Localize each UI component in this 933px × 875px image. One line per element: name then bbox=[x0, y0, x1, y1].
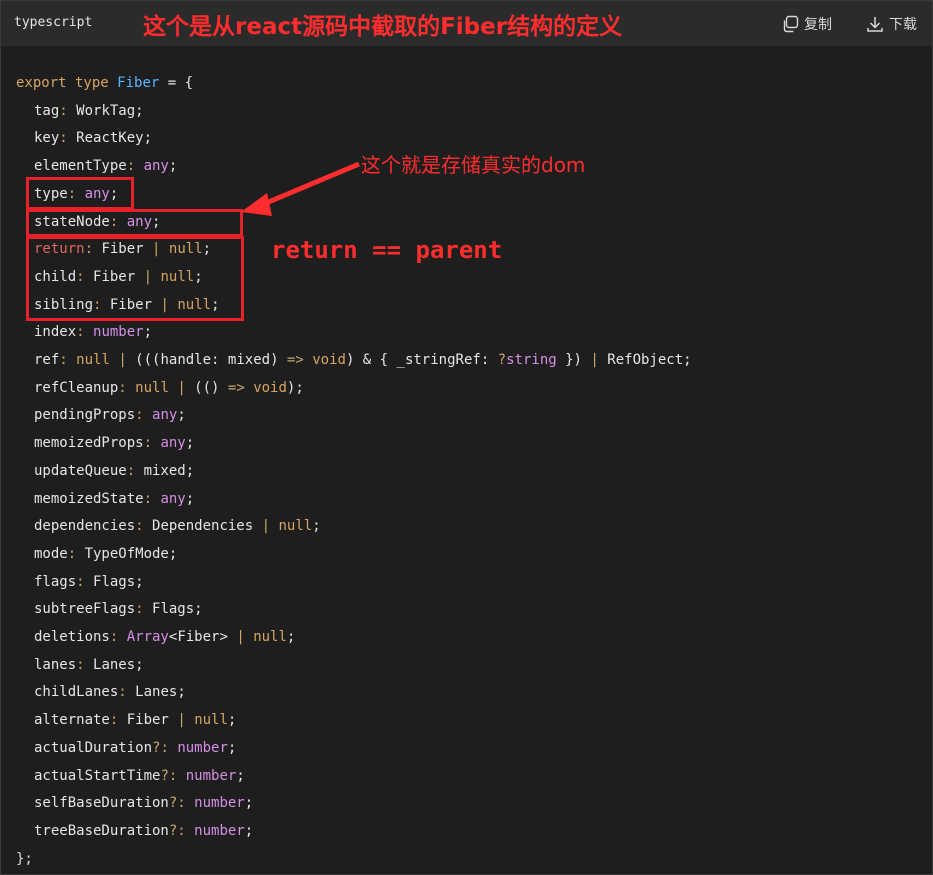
field-name: childLanes bbox=[34, 684, 119, 701]
code-line-field-selfbaseduration: selfBaseDuration?: number; bbox=[34, 795, 254, 812]
code-block-header: typescript 这个是从react源码中截取的Fiber结构的定义 复制 … bbox=[1, 1, 932, 46]
code-line-type-declaration: export type Fiber = { bbox=[16, 75, 194, 91]
field-type: mixed; bbox=[143, 462, 195, 479]
highlight-box-type bbox=[26, 177, 134, 210]
code-line-field-treebaseduration: treeBaseDuration?: number; bbox=[34, 822, 254, 839]
parent-annotation: return == parent bbox=[271, 236, 503, 264]
code-line-field-tag: tag: WorkTag; bbox=[34, 102, 144, 119]
field-type: any; bbox=[160, 435, 195, 452]
code-line-field-refcleanup: refCleanup: null | (() => void); bbox=[34, 379, 304, 396]
field-type: Lanes; bbox=[135, 684, 186, 701]
field-name: actualStartTime bbox=[34, 767, 161, 784]
field-name: lanes bbox=[34, 656, 77, 673]
code-line-field-deletions: deletions: Array<Fiber> | null; bbox=[34, 629, 296, 645]
field-name: key bbox=[34, 130, 60, 147]
field-type: Lanes; bbox=[93, 656, 144, 673]
field-type: null | (() => void); bbox=[135, 379, 304, 396]
field-name: elementType bbox=[34, 158, 127, 175]
field-name: memoizedState bbox=[34, 490, 144, 507]
code-line-field-updatequeue: updateQueue: mixed; bbox=[34, 462, 195, 479]
code-line-field-pendingprops: pendingProps: any; bbox=[34, 407, 186, 424]
field-type: TypeOfMode; bbox=[84, 545, 178, 562]
field-type: any; bbox=[152, 407, 186, 424]
code-line-field-alternate: alternate: Fiber | null; bbox=[34, 712, 237, 729]
code-line-field-ref: ref: null | (((handle: mixed) => void) &… bbox=[34, 352, 692, 368]
field-type: number; bbox=[194, 795, 254, 812]
code-line-field-flags: flags: Flags; bbox=[34, 573, 144, 590]
code-line-field-dependencies: dependencies: Dependencies | null; bbox=[34, 518, 321, 535]
code-line-field-index: index: number; bbox=[34, 324, 153, 341]
field-type: any; bbox=[160, 490, 195, 507]
field-name: ref bbox=[34, 352, 60, 368]
field-type: number; bbox=[185, 767, 245, 784]
field-name: actualDuration bbox=[34, 739, 153, 756]
field-name: pendingProps bbox=[34, 407, 136, 424]
highlight-box-tree-links bbox=[26, 236, 244, 321]
field-name: selfBaseDuration bbox=[34, 795, 169, 812]
code-block: typescript 这个是从react源码中截取的Fiber结构的定义 复制 … bbox=[0, 0, 933, 875]
copy-button[interactable]: 复制 bbox=[781, 13, 832, 35]
code-line-field-actualduration: actualDuration?: number; bbox=[34, 739, 237, 756]
annotation-arrow bbox=[241, 161, 360, 216]
field-name: mode bbox=[34, 545, 68, 562]
code-line-field-memoizedprops: memoizedProps: any; bbox=[34, 435, 195, 452]
field-type: Fiber | null; bbox=[126, 712, 237, 729]
field-type: Dependencies | null; bbox=[152, 518, 321, 535]
code-line-field-childlanes: childLanes: Lanes; bbox=[34, 684, 186, 701]
field-type: number; bbox=[194, 822, 254, 839]
code-line-field-lanes: lanes: Lanes; bbox=[34, 656, 144, 673]
field-name: flags bbox=[34, 573, 77, 590]
code-line-field-actualstarttime: actualStartTime?: number; bbox=[34, 767, 245, 784]
field-type: any; bbox=[143, 158, 178, 175]
download-button[interactable]: 下载 bbox=[866, 13, 917, 35]
download-label: 下载 bbox=[889, 17, 917, 33]
download-icon bbox=[866, 15, 884, 33]
field-name: dependencies bbox=[34, 518, 136, 535]
field-name: subtreeFlags bbox=[34, 601, 136, 618]
field-name: tag bbox=[34, 102, 60, 119]
copy-icon bbox=[781, 15, 799, 33]
field-name: refCleanup bbox=[34, 379, 119, 396]
field-type: ReactKey; bbox=[76, 130, 153, 147]
code-line-field-subtreeflags: subtreeFlags: Flags; bbox=[34, 601, 203, 618]
dom-annotation: 这个就是存储真实的dom bbox=[361, 153, 586, 177]
field-type: WorkTag; bbox=[76, 102, 144, 119]
code-line-field-elementtype: elementType: any; bbox=[34, 158, 178, 175]
field-name: deletions bbox=[34, 629, 110, 645]
field-name: memoizedProps bbox=[34, 435, 144, 452]
language-label: typescript bbox=[14, 15, 93, 30]
code-line-field-mode: mode: TypeOfMode; bbox=[34, 545, 178, 562]
code-line-close: }; bbox=[16, 850, 33, 867]
copy-label: 复制 bbox=[804, 17, 832, 33]
field-name: treeBaseDuration bbox=[34, 822, 169, 839]
highlight-box-statenode bbox=[26, 209, 243, 237]
field-type: Array<Fiber> | null; bbox=[126, 629, 296, 645]
field-name: updateQueue bbox=[34, 462, 127, 479]
code-line-field-key: key: ReactKey; bbox=[34, 130, 153, 147]
field-name: alternate bbox=[34, 712, 110, 729]
title-annotation: 这个是从react源码中截取的Fiber结构的定义 bbox=[143, 14, 623, 40]
code-line-field-memoizedstate: memoizedState: any; bbox=[34, 490, 195, 507]
field-name: index bbox=[34, 324, 77, 341]
field-type: null | (((handle: mixed) => void) & { _s… bbox=[76, 352, 692, 368]
field-type: Flags; bbox=[93, 573, 144, 590]
field-type: number; bbox=[177, 739, 237, 756]
field-type: number; bbox=[93, 324, 153, 341]
field-type: Flags; bbox=[152, 601, 203, 618]
